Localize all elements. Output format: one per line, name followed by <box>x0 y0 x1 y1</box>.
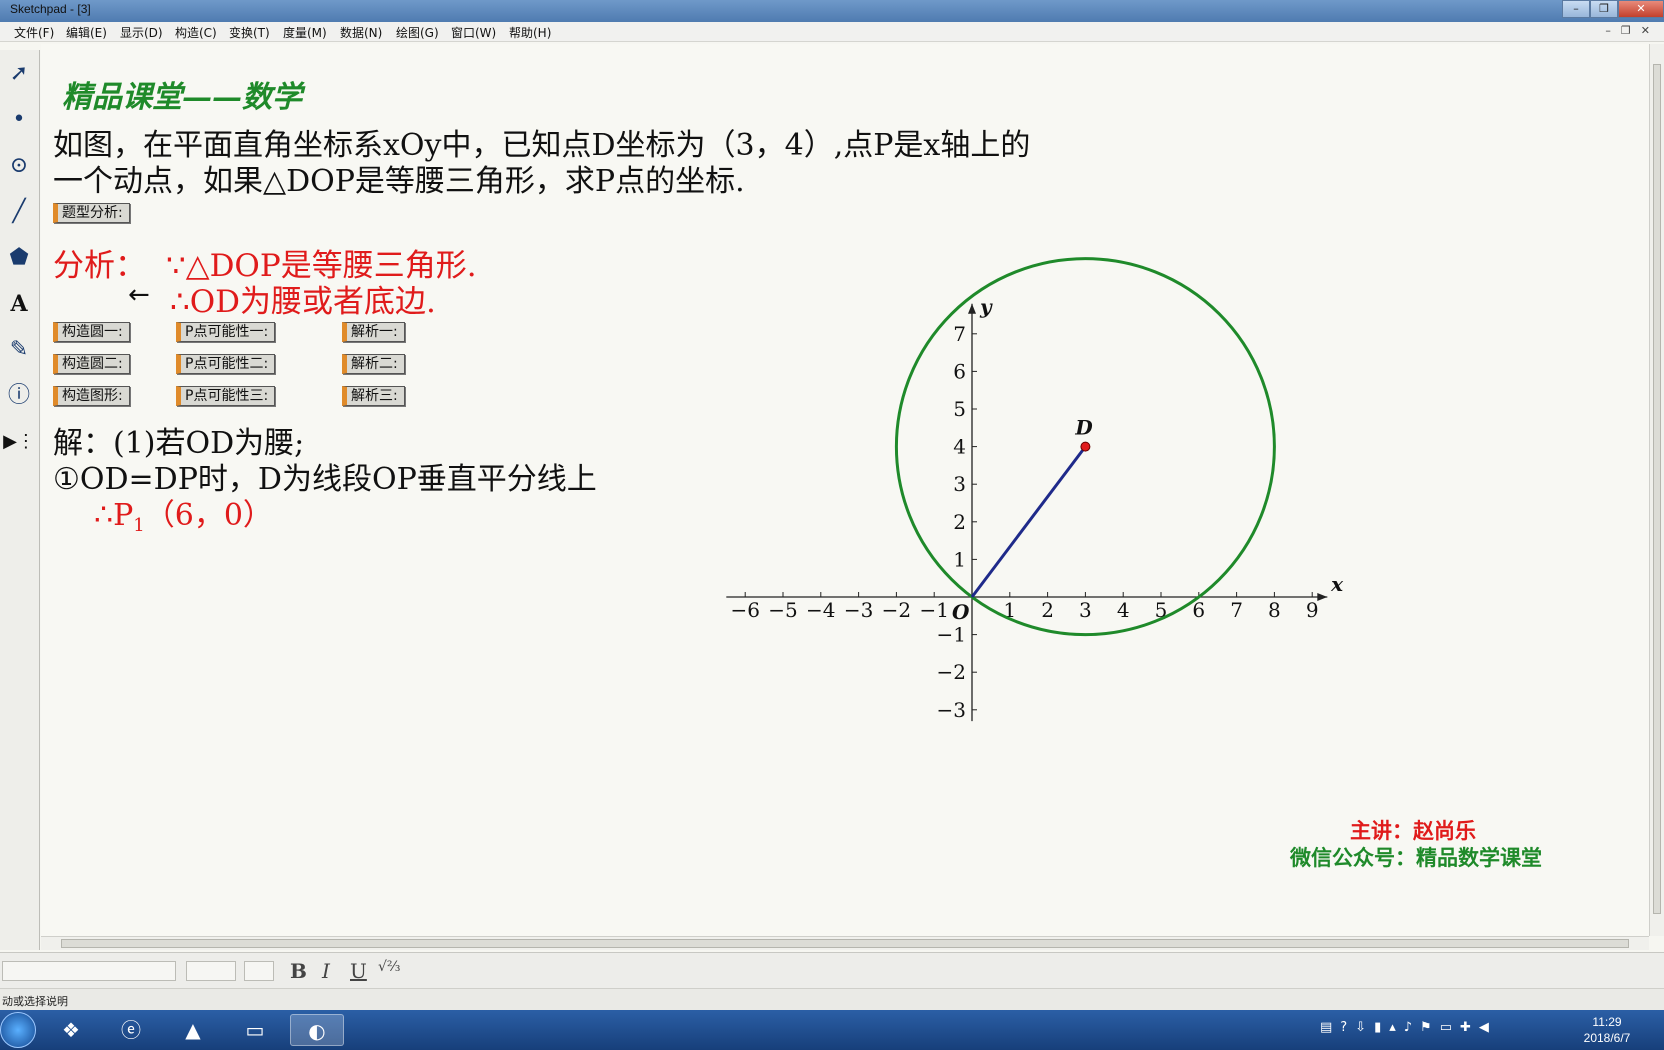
x-tick-label: 9 <box>1306 598 1319 622</box>
origin-label: O <box>952 600 970 624</box>
x-tick-label: −6 <box>730 598 759 622</box>
vertical-scrollbar[interactable] <box>1649 44 1664 936</box>
y-tick-label: 6 <box>953 359 966 383</box>
vertical-scroll-thumb[interactable] <box>1653 64 1661 914</box>
y-tick-label: −2 <box>937 660 966 684</box>
y-tick-label: 7 <box>953 322 966 346</box>
system-clock[interactable]: 11:29 2018/6/7 <box>1572 1014 1642 1046</box>
x-tick-label: 3 <box>1079 598 1092 622</box>
segment-od <box>970 445 1087 598</box>
text-color-select[interactable] <box>244 961 274 981</box>
point-d-label: D <box>1074 416 1093 440</box>
status-text: 动或选择说明 <box>2 995 68 1008</box>
start-button[interactable] <box>0 1012 36 1048</box>
horizontal-scroll-thumb[interactable] <box>61 939 1629 948</box>
y-tick-label: −1 <box>937 623 966 647</box>
clock-time: 11:29 <box>1592 1015 1622 1029</box>
clock-date: 2018/6/7 <box>1583 1031 1631 1045</box>
point-d <box>1080 441 1091 452</box>
x-tick-label: 2 <box>1041 598 1054 622</box>
app-colorful-icon[interactable]: ❖ <box>44 1014 98 1046</box>
y-tick-label: −3 <box>937 698 966 722</box>
italic-button[interactable]: I <box>322 959 330 983</box>
x-tick-label: −4 <box>806 598 835 622</box>
y-axis-label: y <box>979 295 993 319</box>
y-tick-label: 2 <box>953 510 966 534</box>
bold-button[interactable]: B <box>290 959 307 983</box>
font-size-select[interactable] <box>186 961 236 981</box>
y-tick-label: 3 <box>953 472 966 496</box>
x-tick-label: −2 <box>882 598 911 622</box>
green-app-icon[interactable]: ▲ <box>166 1014 220 1046</box>
horizontal-scrollbar[interactable] <box>41 936 1649 950</box>
y-tick-label: 5 <box>953 397 966 421</box>
x-axis-arrow-icon <box>1317 593 1328 601</box>
underline-button[interactable]: U <box>350 959 367 983</box>
system-tray[interactable]: ▤?⇩▮▴♪⚑▭✚◀ <box>1320 1020 1497 1035</box>
lecturer-credit: 主讲：赵尚乐 <box>1350 818 1476 843</box>
sketchpad-window: Sketchpad - [3] – ❐ ✕ 文件(F) 编辑(E) 显示(D) … <box>0 0 1664 1050</box>
taskbar: ❖ ⓔ ▲ ▭ ◐ ▤?⇩▮▴♪⚑▭✚◀ 11:29 2018/6/7 <box>0 1010 1664 1050</box>
x-tick-label: −1 <box>919 598 948 622</box>
x-tick-label: 4 <box>1117 598 1130 622</box>
x-axis-label: x <box>1330 572 1344 596</box>
format-toolbar: B I U √⅔ <box>0 952 1664 988</box>
x-tick-label: 7 <box>1230 598 1243 622</box>
y-axis-arrow-icon <box>968 303 976 314</box>
sketchpad-taskbar-icon[interactable]: ◐ <box>290 1014 344 1046</box>
status-bar: 动或选择说明 <box>0 988 1664 1010</box>
x-tick-label: −3 <box>844 598 873 622</box>
x-tick-label: −5 <box>768 598 797 622</box>
wechat-credit: 微信公众号：精品数学课堂 <box>1290 845 1542 870</box>
y-tick-label: 4 <box>953 435 966 459</box>
math-format-icon[interactable]: √⅔ <box>378 959 401 975</box>
internet-explorer-icon[interactable]: ⓔ <box>104 1014 158 1046</box>
coordinate-graph[interactable]: xyO−6 −5 −4 −3 −2 −1 1 2 3 4 5 6 7 8 9−3−2−11234567D <box>0 0 1664 1050</box>
font-name-select[interactable] <box>2 961 176 981</box>
y-tick-label: 1 <box>953 547 966 571</box>
folder-icon[interactable]: ▭ <box>228 1014 282 1046</box>
x-tick-label: 8 <box>1268 598 1281 622</box>
